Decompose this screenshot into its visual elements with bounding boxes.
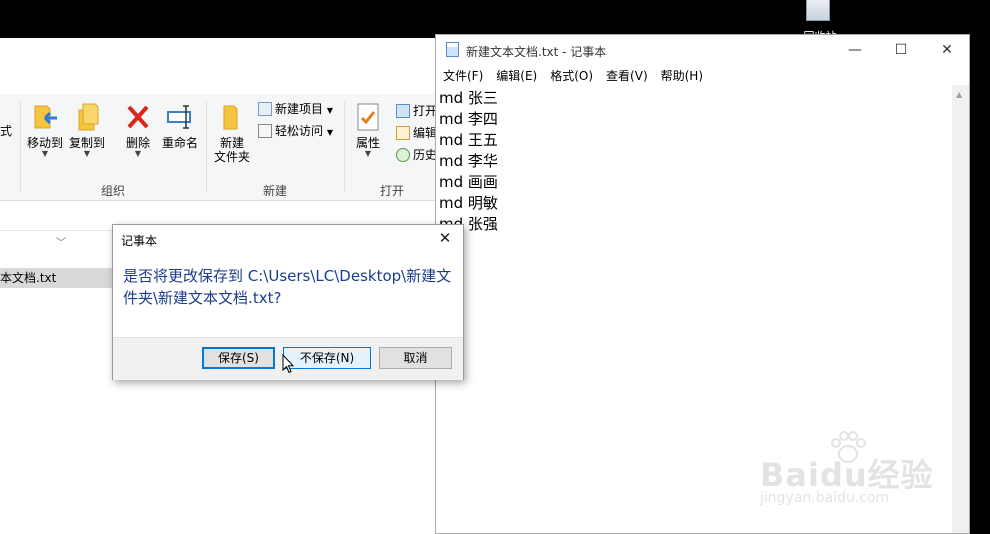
group-label-open: 打开 [379, 184, 404, 198]
ribbon-divider [206, 102, 207, 192]
properties-icon [357, 103, 379, 131]
explorer-ribbon: 式 移动到 ▼ 复制到 ▼ 删除 ▼ 重命名 组织 新建 文件夹 新建项目 ▼ … [0, 94, 440, 201]
notepad-menubar: 文件(F) 编辑(E) 格式(O) 查看(V) 帮助(H) [436, 65, 969, 85]
new-item-button[interactable]: 新建项目 ▼ [258, 100, 333, 118]
history-icon [396, 148, 410, 162]
rename-button[interactable]: 重命名 [160, 102, 200, 150]
open-button[interactable]: 打开 [396, 102, 437, 120]
menu-edit[interactable]: 编辑(E) [489, 65, 543, 86]
minimize-button[interactable]: — [832, 35, 878, 65]
text-line: md 王五 [439, 131, 498, 149]
menu-help[interactable]: 帮助(H) [654, 65, 709, 86]
delete-button[interactable]: 删除 ▼ [122, 102, 154, 158]
move-to-button[interactable]: 移动到 ▼ [26, 102, 64, 158]
new-folder-label-line1: 新建 [219, 136, 244, 150]
cancel-button[interactable]: 取消 [379, 347, 452, 369]
file-row[interactable]: 本文档.txt [0, 268, 112, 288]
dont-save-button[interactable]: 不保存(N) [283, 347, 371, 369]
move-to-label: 移动到 [26, 136, 63, 150]
rename-icon [167, 105, 191, 129]
delete-icon [127, 105, 149, 129]
copy-to-icon [78, 103, 99, 131]
recycle-bin-icon [806, 0, 830, 21]
copy-to-label: 复制到 [68, 136, 105, 150]
menu-view[interactable]: 查看(V) [599, 65, 654, 86]
scroll-up-icon[interactable]: ▲ [956, 90, 962, 99]
notepad-icon [446, 42, 459, 57]
chevron-down-icon: ▼ [326, 128, 333, 137]
ribbon-divider [344, 102, 345, 192]
new-folder-label-line2: 文件夹 [213, 150, 250, 164]
delete-label: 删除 [125, 136, 150, 150]
edit-label: 编辑 [413, 126, 438, 140]
move-to-icon [34, 105, 57, 129]
history-button[interactable]: 历史 [396, 146, 437, 164]
text-line: md 画画 [439, 173, 498, 191]
edit-icon [396, 126, 410, 140]
new-item-label: 新建项目 [275, 102, 324, 116]
ribbon-divider [20, 102, 21, 192]
ribbon-partial-label: 式 [0, 124, 13, 138]
group-label-new: 新建 [262, 184, 287, 198]
open-icon [396, 104, 410, 118]
recycle-bin[interactable]: 回收站 [800, 0, 840, 38]
new-folder-icon [223, 105, 238, 130]
save-button[interactable]: 保存(S) [202, 347, 275, 369]
group-label-organize: 组织 [100, 184, 125, 198]
text-line: md 明敏 [439, 194, 498, 212]
open-label: 打开 [413, 104, 438, 118]
properties-button[interactable]: 属性 ▼ [352, 102, 384, 158]
history-label: 历史 [413, 148, 438, 162]
properties-label: 属性 [355, 136, 380, 150]
menu-file[interactable]: 文件(F) [436, 65, 489, 86]
close-button[interactable]: ✕ [924, 35, 970, 65]
chevron-down-icon: ▼ [83, 149, 91, 158]
chevron-down-icon: ▼ [364, 149, 372, 158]
copy-to-button[interactable]: 复制到 ▼ [68, 102, 106, 158]
chevron-down-icon: ▼ [41, 149, 49, 158]
chevron-down-icon[interactable]: ﹀ [56, 234, 66, 249]
edit-button[interactable]: 编辑 [396, 124, 437, 142]
dialog-message: 是否将更改保存到 C:\Users\LC\Desktop\新建文件夹\新建文本文… [123, 267, 452, 307]
chevron-down-icon: ▼ [326, 106, 333, 115]
easy-access-label: 轻松访问 [275, 124, 324, 138]
text-line: md 李华 [439, 152, 498, 170]
rename-label: 重命名 [161, 136, 198, 150]
text-line: md 张三 [439, 89, 498, 107]
easy-access-icon [258, 124, 272, 138]
menu-format[interactable]: 格式(O) [543, 65, 599, 86]
notepad-text-area[interactable]: md 张三 md 李四 md 王五 md 李华 md 画画 md 明敏 md 张… [439, 88, 498, 235]
chevron-down-icon: ▼ [134, 149, 142, 158]
notepad-title: 新建文本文档.txt - 记事本 [466, 45, 607, 59]
new-folder-button[interactable]: 新建 文件夹 [212, 102, 252, 164]
baidu-watermark: Baidu经验 jingyan.baidu.com [760, 430, 960, 520]
easy-access-button[interactable]: 轻松访问 ▼ [258, 122, 333, 140]
notepad-titlebar[interactable]: 新建文本文档.txt - 记事本 — ☐ ✕ [436, 35, 969, 65]
maximize-button[interactable]: ☐ [878, 35, 924, 65]
dialog-close-button[interactable]: ✕ [433, 228, 457, 248]
new-item-icon [258, 102, 272, 116]
dialog-title: 记事本 [121, 234, 158, 248]
text-line: md 李四 [439, 110, 498, 128]
mouse-cursor-icon [282, 354, 294, 374]
watermark-url: jingyan.baidu.com [760, 490, 890, 506]
